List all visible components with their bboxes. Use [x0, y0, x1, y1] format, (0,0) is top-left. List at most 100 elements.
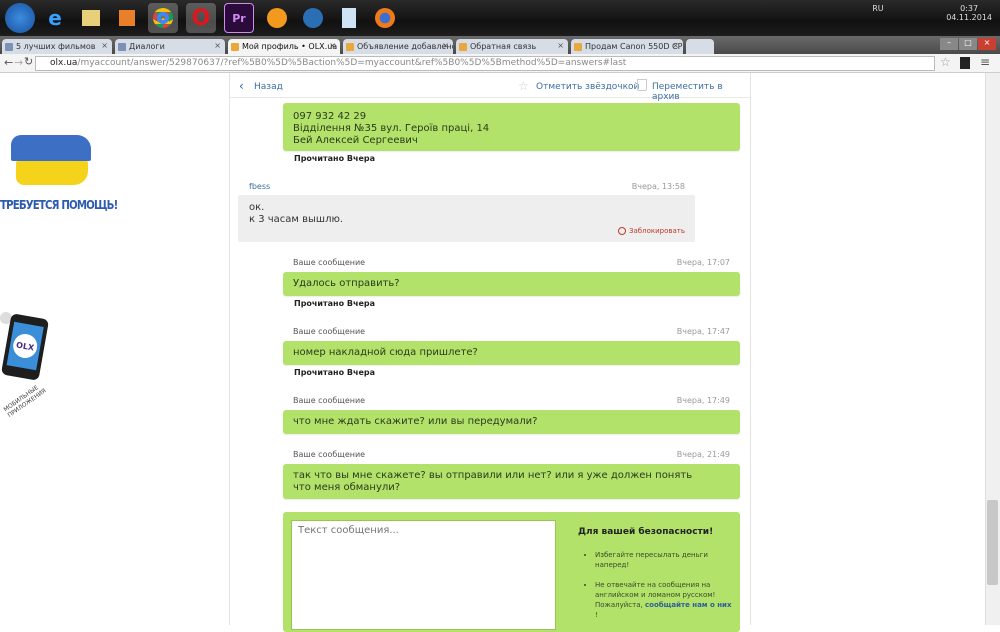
tab-label: 5 лучших фильмов: [16, 42, 96, 51]
info-app-icon[interactable]: [262, 3, 292, 33]
author-link[interactable]: fbess: [249, 182, 270, 191]
minimize-icon[interactable]: –: [940, 38, 958, 50]
reply-box: Для вашей безопасности! Избегайте пересы…: [283, 512, 740, 632]
safety-tip-end: !: [595, 611, 598, 619]
message-bubble: так что вы мне скажете? вы отправили или…: [283, 464, 740, 499]
forward-arrow-icon[interactable]: →: [14, 56, 23, 69]
new-tab-button[interactable]: [686, 39, 714, 54]
tab-strip: 5 лучших фильмов × Диалоги × Мой профиль •…: [0, 36, 1000, 54]
file-explorer-icon[interactable]: [76, 3, 106, 33]
menu-icon[interactable]: ≡: [980, 55, 990, 69]
message-bubble: номер накладной сюда пришлете?: [283, 341, 740, 365]
safety-tips: Избегайте пересылать деньги наперед! Не …: [585, 550, 735, 620]
mobile-apps-text: МОБИЛЬНЫЕ ПРИЛОЖЕНИЯ: [2, 384, 48, 420]
block-user-button[interactable]: Заблокировать: [618, 225, 685, 237]
read-status: Прочитано Вчера: [294, 154, 375, 163]
close-window-icon[interactable]: ×: [978, 38, 996, 50]
message-meta: Ваше сообщение Вчера, 21:49: [293, 450, 730, 459]
message-time: Вчера, 17:47: [676, 327, 730, 336]
message-meta: fbess Вчера, 13:58: [249, 182, 685, 191]
close-tab-icon[interactable]: ×: [329, 41, 336, 50]
tab-feedback[interactable]: Обратная связь ×: [456, 39, 568, 54]
premiere-icon[interactable]: Pr: [224, 3, 254, 33]
block-label: Заблокировать: [629, 227, 685, 235]
maximize-icon[interactable]: □: [959, 38, 977, 50]
conversation-header: ‹ Назад ☆ Отметить звёздочкой Переместит…: [230, 76, 750, 102]
message-line: ок.: [249, 202, 265, 213]
tab-label: Объявление добавлено: [357, 42, 453, 51]
message-bubble: что мне ждать скажите? или вы передумали…: [283, 410, 740, 434]
help-banner-text[interactable]: ТРЕБУЕТСЯ ПОМОЩЬ!: [0, 198, 118, 212]
message-author: Ваше сообщение: [293, 327, 366, 336]
back-chevron-icon[interactable]: ‹: [239, 79, 244, 93]
close-tab-icon[interactable]: ×: [442, 41, 449, 50]
trash-icon[interactable]: [637, 79, 647, 91]
close-tab-icon[interactable]: ×: [101, 41, 108, 50]
safety-title: Для вашей безопасности!: [578, 527, 714, 537]
tab-canon[interactable]: Продам Canon 550D CPC ×: [571, 39, 683, 54]
message-line: Відділення №35 вул. Героїв праці, 14: [293, 123, 490, 134]
safety-tip: Не отвечайте на сообщения на английском …: [595, 580, 735, 620]
message-meta: Ваше сообщение Вчера, 17:47: [293, 327, 730, 336]
tab-dialogs[interactable]: Диалоги ×: [115, 39, 225, 54]
bookmark-star-icon[interactable]: ☆: [940, 55, 951, 69]
close-tab-icon[interactable]: ×: [557, 41, 564, 50]
taskbar: e O Pr RU 0:37 04.11.2014: [0, 0, 1000, 36]
tab-label: Обратная связь: [470, 42, 537, 51]
message-author: Ваше сообщение: [293, 396, 366, 405]
close-tab-icon[interactable]: ×: [672, 41, 679, 50]
opera-icon[interactable]: O: [186, 3, 216, 33]
read-status: Прочитано Вчера: [294, 299, 375, 308]
message-bubble: Удалось отправить?: [283, 272, 740, 296]
tab-label: Продам Canon 550D CPC: [585, 42, 683, 51]
message-bubble: 097 932 42 29 Відділення №35 вул. Героїв…: [283, 103, 740, 151]
incoming-message: ок. к 3 часам вышлю. Заблокировать: [238, 195, 695, 242]
star-icon[interactable]: ☆: [518, 79, 529, 93]
favicon-icon: [118, 43, 126, 51]
message-line: 097 932 42 29: [293, 111, 367, 122]
message-time: Вчера, 13:58: [631, 182, 685, 191]
windows-start-icon[interactable]: [5, 3, 35, 33]
archive-link[interactable]: Переместить в архив: [652, 82, 750, 102]
message-time: Вчера, 21:49: [676, 450, 730, 459]
tab-ad-added[interactable]: Объявление добавлено ×: [343, 39, 453, 54]
window-controls: – □ ×: [940, 38, 996, 50]
ukraine-map-banner[interactable]: [6, 135, 96, 190]
scrollbar-thumb[interactable]: [987, 500, 998, 585]
olx-favicon-icon: [346, 43, 354, 51]
olx-favicon-icon: [574, 43, 582, 51]
tab-label: Диалоги: [129, 42, 165, 51]
read-status: Прочитано Вчера: [294, 368, 375, 377]
message-input[interactable]: [291, 520, 556, 630]
internet-explorer-icon[interactable]: e: [40, 3, 70, 33]
back-link[interactable]: Назад: [254, 82, 283, 92]
back-arrow-icon[interactable]: ←: [4, 56, 13, 69]
firefox-icon[interactable]: [370, 3, 400, 33]
block-icon: [618, 227, 627, 235]
reload-icon[interactable]: ↻: [24, 55, 33, 68]
safety-tip: Избегайте пересылать деньги наперед!: [595, 550, 735, 570]
message-time: Вчера, 17:07: [676, 258, 730, 267]
message-author: Ваше сообщение: [293, 258, 366, 267]
report-link[interactable]: сообщайте нам о них: [645, 601, 732, 609]
media-player-icon[interactable]: [112, 3, 142, 33]
olx-favicon-icon: [231, 43, 239, 51]
notepad-icon[interactable]: [334, 3, 364, 33]
star-link[interactable]: Отметить звёздочкой: [536, 82, 639, 92]
message-author: Ваше сообщение: [293, 450, 366, 459]
url-path: /myaccount/answer/529870637/?ref%5B0%5D%…: [77, 58, 627, 68]
extension-icon[interactable]: [960, 57, 970, 69]
close-tab-icon[interactable]: ×: [214, 41, 221, 50]
media-app-icon[interactable]: [298, 3, 328, 33]
language-indicator[interactable]: RU: [872, 4, 883, 13]
olx-favicon-icon: [459, 43, 467, 51]
tab-films[interactable]: 5 лучших фильмов ×: [2, 39, 112, 54]
message-line: Бей Алексей Сергеевич: [293, 135, 418, 146]
chrome-icon[interactable]: [148, 3, 178, 33]
tab-my-profile[interactable]: Мой профиль • OLX.ua ×: [228, 39, 340, 54]
address-bar[interactable]: olx.ua/myaccount/answer/529870637/?ref%5…: [35, 56, 935, 71]
olx-logo: OLX: [11, 332, 40, 360]
clock-date: 04.11.2014: [946, 13, 992, 22]
message-meta: Ваше сообщение Вчера, 17:49: [293, 396, 730, 405]
message-meta: Ваше сообщение Вчера, 17:07: [293, 258, 730, 267]
